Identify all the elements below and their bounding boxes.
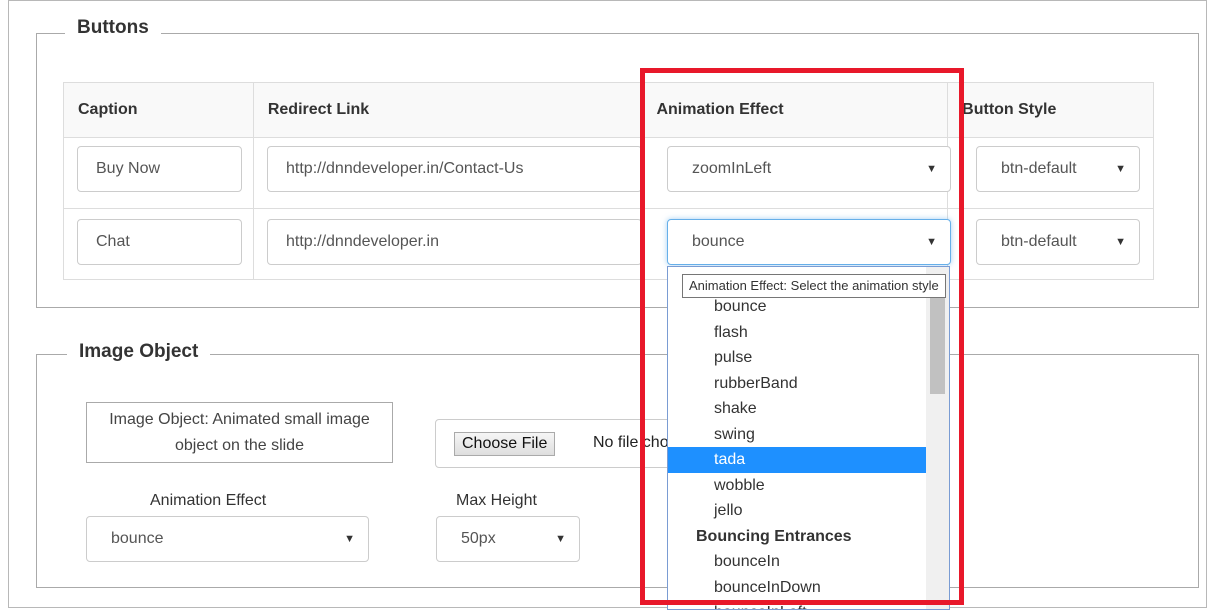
button-style-select[interactable]: btn-default ▼	[976, 146, 1140, 192]
optgroup-bouncing-entrances: Bouncing Entrances	[696, 527, 852, 545]
redirect-link-input[interactable]: http://dnndeveloper.in/Contact-Us	[267, 146, 642, 192]
option-wobble[interactable]: wobble	[668, 473, 927, 499]
image-animation-select[interactable]: bounce ▼	[86, 516, 369, 562]
file-status: No file chosen	[593, 434, 674, 451]
header-caption: Caption	[63, 82, 254, 138]
option-jello[interactable]: jello	[668, 498, 927, 524]
option-rubberband[interactable]: rubberBand	[668, 371, 927, 397]
button-style-select[interactable]: btn-default ▼	[976, 219, 1140, 265]
caret-down-icon: ▼	[926, 236, 937, 248]
max-height-label: Max Height	[456, 492, 537, 509]
dropdown-scrollbar[interactable]	[926, 267, 949, 609]
buttons-legend: Buttons	[65, 17, 161, 39]
option-flash[interactable]: flash	[668, 320, 927, 346]
option-bounceindown[interactable]: bounceInDown	[668, 575, 927, 601]
option-swing[interactable]: swing	[668, 422, 927, 448]
animation-tooltip: Animation Effect: Select the animation s…	[682, 274, 946, 298]
header-animation-effect: Animation Effect	[641, 82, 949, 138]
option-bounceinleft[interactable]: bounceInLeft	[668, 600, 927, 609]
caret-down-icon: ▼	[1115, 163, 1126, 175]
caret-down-icon: ▼	[1115, 236, 1126, 248]
animation-dropdown-list[interactable]: bounce flash pulse rubberBand shake swin…	[667, 266, 950, 610]
option-shake[interactable]: shake	[668, 396, 927, 422]
option-tada-selected[interactable]: tada	[668, 447, 927, 473]
caption-input[interactable]: Buy Now	[77, 146, 242, 192]
caret-down-icon: ▼	[555, 533, 566, 545]
max-height-select[interactable]: 50px ▼	[436, 516, 580, 562]
image-object-legend: Image Object	[67, 341, 211, 363]
file-input[interactable]: Choose File No file chosen	[435, 419, 675, 468]
image-object-description: Image Object: Animated small image objec…	[86, 402, 393, 463]
animation-effect-select[interactable]: bounce ▼	[667, 219, 951, 265]
image-animation-label: Animation Effect	[150, 492, 267, 509]
header-button-style: Button Style	[947, 82, 1154, 138]
caret-down-icon: ▼	[926, 163, 937, 175]
caret-down-icon: ▼	[344, 533, 355, 545]
animation-effect-select[interactable]: zoomInLeft ▼	[667, 146, 951, 192]
redirect-link-input[interactable]: http://dnndeveloper.in	[267, 219, 642, 265]
option-pulse[interactable]: pulse	[668, 345, 927, 371]
option-bouncein[interactable]: bounceIn	[668, 549, 927, 575]
header-redirect-link: Redirect Link	[252, 82, 643, 138]
scrollbar-thumb[interactable]	[930, 294, 945, 394]
choose-file-button[interactable]: Choose File	[454, 432, 556, 456]
dropdown-options: bounce flash pulse rubberBand shake swin…	[668, 294, 927, 609]
caption-input[interactable]: Chat	[77, 219, 242, 265]
